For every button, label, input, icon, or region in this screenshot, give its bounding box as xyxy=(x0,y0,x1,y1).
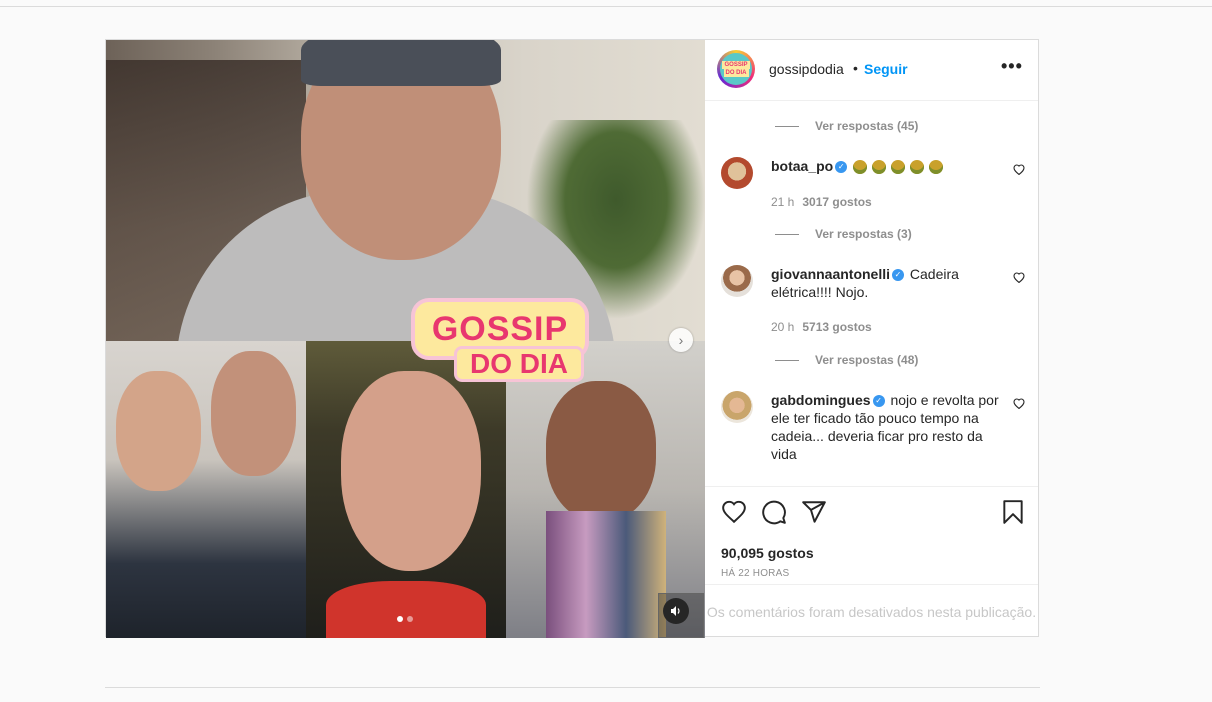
logo-text-top: GOSSIP xyxy=(431,309,569,348)
comment-username[interactable]: giovannaantonelli xyxy=(771,266,890,282)
verified-icon: ✓ xyxy=(892,269,905,282)
carousel-indicator xyxy=(397,616,413,622)
view-replies-label: Ver respostas (45) xyxy=(815,119,919,133)
separator-dot: • xyxy=(853,60,858,76)
verified-icon: ✓ xyxy=(872,395,885,408)
avatar[interactable] xyxy=(721,391,753,423)
collage-photo-1 xyxy=(106,341,306,638)
view-replies-link[interactable]: Ver respostas (45) xyxy=(775,119,918,133)
post-sidebar: GOSSIP DO DIA gossipdodia • Seguir ••• Ve… xyxy=(705,40,1038,636)
comment-icon[interactable] xyxy=(761,499,787,525)
replies-line xyxy=(775,125,799,127)
avatar[interactable] xyxy=(721,157,753,189)
username-link[interactable]: gossipdodia xyxy=(769,61,844,77)
more-options-icon[interactable]: ••• xyxy=(1001,56,1023,77)
person-hair xyxy=(301,40,501,86)
carousel-next-button[interactable]: › xyxy=(669,328,693,352)
collage-photo-2 xyxy=(306,341,506,638)
comment-time: 20 h xyxy=(771,320,795,334)
view-replies-label: Ver respostas (3) xyxy=(815,227,912,241)
carousel-dot xyxy=(397,616,403,622)
comments-disabled-notice: Os comentários foram desativados nesta p… xyxy=(705,584,1038,638)
share-icon[interactable] xyxy=(801,499,827,525)
video-frame-top xyxy=(106,40,705,370)
replies-line xyxy=(775,233,799,235)
speaker-icon xyxy=(663,598,689,624)
comment-text: botaa_po ✓ xyxy=(771,157,1001,175)
sound-toggle-button[interactable] xyxy=(658,593,704,638)
top-divider xyxy=(0,6,1212,7)
view-replies-label: Ver respostas (48) xyxy=(815,353,919,367)
avatar[interactable] xyxy=(721,265,753,297)
verified-icon: ✓ xyxy=(835,161,848,174)
comment-meta: 20 h 5713 gostos xyxy=(771,320,872,334)
avatar[interactable]: GOSSIP DO DIA xyxy=(717,50,755,88)
carousel-dot xyxy=(407,616,413,622)
comment-username[interactable]: botaa_po xyxy=(771,158,833,174)
bookmark-icon[interactable] xyxy=(1000,499,1026,525)
post-card: GOSSIP DO DIA › GOSSIP DO DIA gossipdodia… xyxy=(105,39,1039,638)
heart-icon[interactable] xyxy=(1013,397,1025,412)
post-actions: 90,095 gostos HÁ 22 HORAS Os comentários… xyxy=(705,486,1038,637)
logo-text-bottom: DO DIA xyxy=(470,348,568,379)
photo-collage xyxy=(106,341,705,638)
post-timestamp[interactable]: HÁ 22 HORAS xyxy=(721,568,789,579)
comment-meta: 21 h 3017 gostos xyxy=(771,195,872,209)
post-header: GOSSIP DO DIA gossipdodia • Seguir ••• xyxy=(705,40,1038,101)
emoji-group xyxy=(853,158,948,175)
gossip-logo-sub: DO DIA xyxy=(454,346,584,382)
heart-icon[interactable] xyxy=(1013,271,1025,286)
comment-text: gabdomingues ✓ nojo e revolta por ele ter… xyxy=(771,391,1001,463)
comment-username[interactable]: gabdomingues xyxy=(771,392,871,408)
chevron-right-icon: › xyxy=(678,332,684,348)
follow-button[interactable]: Seguir xyxy=(864,61,908,77)
comment-likes[interactable]: 5713 gostos xyxy=(802,320,871,334)
heart-icon[interactable] xyxy=(1013,163,1025,178)
comment-time: 21 h xyxy=(771,195,795,209)
likes-count[interactable]: 90,095 gostos xyxy=(721,545,814,561)
comment-text: giovannaantonelli ✓ Cadeira elétrica!!!! … xyxy=(771,265,1001,301)
comment-likes[interactable]: 3017 gostos xyxy=(802,195,871,209)
view-replies-link[interactable]: Ver respostas (48) xyxy=(775,353,918,367)
bottom-divider xyxy=(105,687,1040,688)
post-media[interactable]: GOSSIP DO DIA › xyxy=(106,40,705,638)
heart-icon[interactable] xyxy=(721,499,747,525)
view-replies-link[interactable]: Ver respostas (3) xyxy=(775,227,912,241)
replies-line xyxy=(775,359,799,361)
